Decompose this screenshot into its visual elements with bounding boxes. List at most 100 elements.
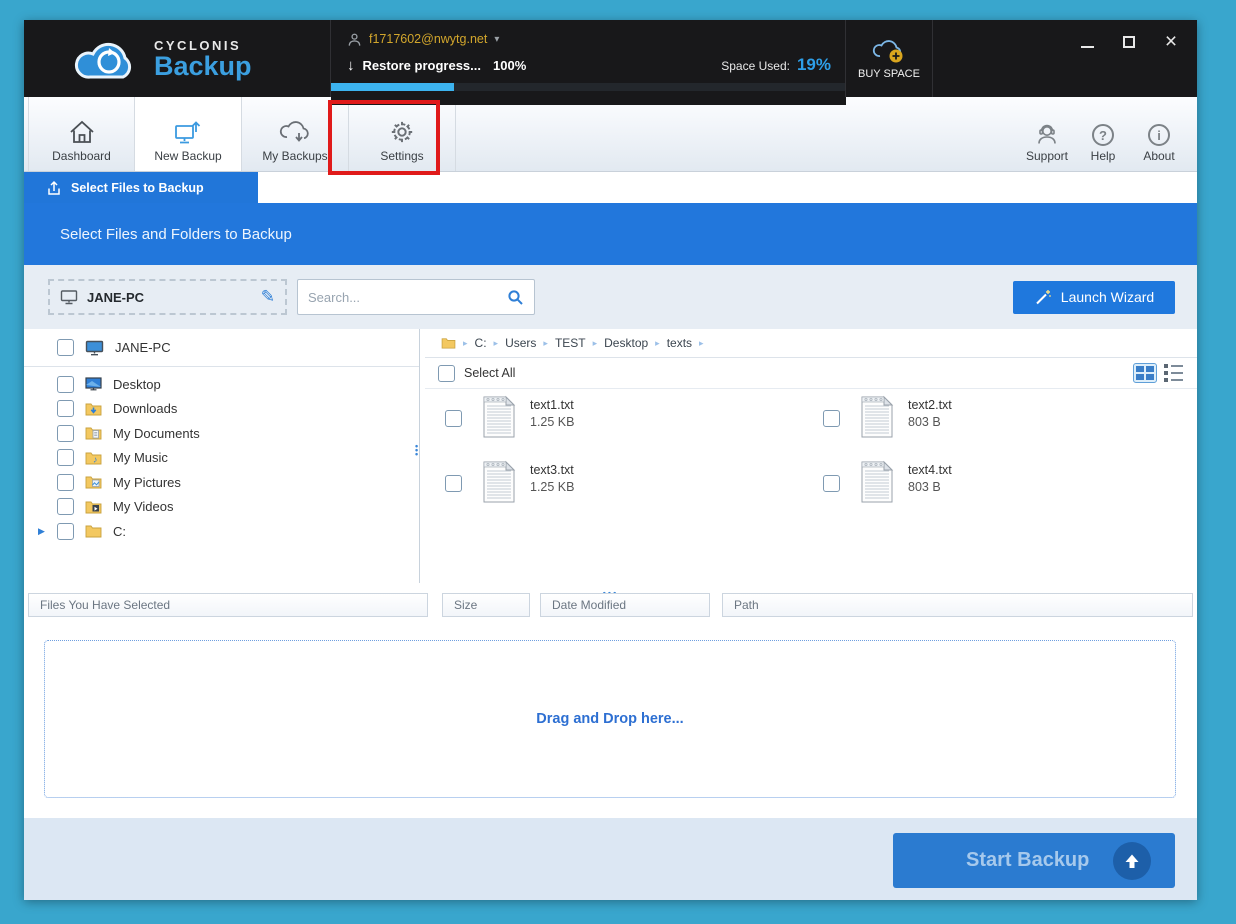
- select-all-checkbox[interactable]: [438, 365, 455, 382]
- header-extension: [331, 97, 846, 105]
- launch-wizard-button[interactable]: Launch Wizard: [1013, 281, 1175, 314]
- toolbar-item-about[interactable]: i About: [1131, 97, 1187, 171]
- file-item[interactable]: text3.txt 1.25 KB: [425, 457, 803, 522]
- column-header-size[interactable]: Size: [442, 593, 530, 617]
- svg-text:♪: ♪: [93, 454, 98, 464]
- breadcrumb-arrow-icon: ▸: [655, 338, 660, 349]
- tree-item-downloads[interactable]: Downloads: [24, 397, 419, 422]
- tab-label: Select Files to Backup: [71, 181, 204, 195]
- computer-icon: [60, 289, 78, 305]
- list-view-toggle[interactable]: [1164, 364, 1183, 382]
- tree-item-my-pictures[interactable]: My Pictures: [24, 470, 419, 495]
- tree-item-checkbox[interactable]: [57, 376, 74, 393]
- main-toolbar: Dashboard New Backup My Backups Settings: [24, 97, 1197, 172]
- tree-root-checkbox[interactable]: [57, 339, 74, 356]
- tree-item-desktop[interactable]: Desktop: [24, 372, 419, 397]
- music-folder-icon: ♪: [85, 451, 102, 465]
- column-header-files[interactable]: Files You Have Selected: [28, 593, 428, 617]
- app-header: CYCLONIS Backup f1717602@nwytg.net ▾ ↓ R…: [24, 20, 1197, 97]
- toolbar-item-label: Settings: [380, 149, 423, 163]
- help-question-icon: ?: [1092, 124, 1114, 146]
- tree-item-label: Desktop: [113, 377, 161, 392]
- tab-select-files-to-backup[interactable]: Select Files to Backup: [24, 172, 258, 203]
- file-size: 1.25 KB: [530, 480, 574, 494]
- breadcrumb-segment[interactable]: C:: [475, 336, 487, 350]
- tree-item-checkbox[interactable]: [57, 425, 74, 442]
- page-title: Select Files and Folders to Backup: [60, 226, 292, 243]
- cloud-plus-icon: [872, 38, 906, 64]
- vertical-splitter-handle[interactable]: •••: [415, 444, 418, 456]
- grid-view-toggle[interactable]: [1133, 363, 1157, 383]
- search-icon[interactable]: [507, 289, 524, 306]
- file-checkbox[interactable]: [823, 410, 840, 427]
- home-icon: [68, 119, 96, 145]
- tree-item-label: My Music: [113, 450, 168, 465]
- maximize-button[interactable]: [1121, 34, 1137, 50]
- tree-item-checkbox[interactable]: [57, 400, 74, 417]
- space-used-value: 19%: [797, 55, 831, 75]
- file-item[interactable]: text1.txt 1.25 KB: [425, 392, 803, 457]
- tree-item-my-music[interactable]: ♪ My Music: [24, 446, 419, 471]
- tree-item-label: My Documents: [113, 426, 200, 441]
- close-button[interactable]: ×: [1163, 34, 1179, 50]
- tree-item-checkbox[interactable]: [57, 523, 74, 540]
- breadcrumb-arrow-icon: ▸: [593, 338, 598, 349]
- toolbar-item-label: Support: [1026, 149, 1068, 163]
- start-backup-button[interactable]: Start Backup: [893, 833, 1175, 888]
- upload-arrow-icon: [1113, 842, 1151, 880]
- minimize-button[interactable]: [1079, 34, 1095, 50]
- device-name: JANE-PC: [87, 290, 144, 305]
- edit-pencil-icon[interactable]: ✎: [261, 287, 275, 307]
- file-checkbox[interactable]: [445, 475, 462, 492]
- desktop-icon: [85, 377, 102, 391]
- breadcrumb-segment[interactable]: TEST: [555, 336, 586, 350]
- toolbar-item-help[interactable]: ? Help: [1075, 97, 1131, 171]
- selected-files-table-header: Files You Have Selected Size Date Modifi…: [24, 593, 1197, 619]
- restore-arrow-icon: ↓: [347, 57, 355, 74]
- file-checkbox[interactable]: [823, 475, 840, 492]
- tree-item-checkbox[interactable]: [57, 498, 74, 515]
- account-email[interactable]: f1717602@nwytg.net: [369, 32, 487, 46]
- toolbar-item-dashboard[interactable]: Dashboard: [28, 97, 135, 171]
- breadcrumb-arrow-icon: ▸: [543, 338, 548, 349]
- breadcrumb-segment[interactable]: texts: [667, 336, 692, 350]
- computer-icon: [85, 340, 104, 356]
- tree-item-my-videos[interactable]: My Videos: [24, 495, 419, 520]
- file-name: text3.txt: [530, 463, 574, 477]
- tree-item-label: My Pictures: [113, 475, 181, 490]
- folder-tree-panel: JANE-PC Desktop Downloads: [24, 329, 420, 583]
- buy-space-button[interactable]: BUY SPACE: [845, 20, 933, 97]
- documents-folder-icon: [85, 426, 102, 440]
- breadcrumb-segment[interactable]: Users: [505, 336, 536, 350]
- breadcrumb-arrow-icon: ▸: [699, 338, 704, 349]
- section-tab-row: Select Files to Backup: [24, 172, 1197, 203]
- file-item[interactable]: text2.txt 803 B: [803, 392, 1181, 457]
- toolbar-item-my-backups[interactable]: My Backups: [242, 97, 349, 171]
- tree-item-checkbox[interactable]: [57, 449, 74, 466]
- file-checkbox[interactable]: [445, 410, 462, 427]
- chevron-down-icon[interactable]: ▾: [494, 34, 499, 45]
- device-name-box[interactable]: JANE-PC ✎: [48, 279, 287, 315]
- column-header-path[interactable]: Path: [722, 593, 1193, 617]
- toolbar-item-label: New Backup: [154, 149, 221, 163]
- toolbar-item-settings[interactable]: Settings: [349, 97, 456, 171]
- drag-and-drop-zone[interactable]: Drag and Drop here...: [44, 640, 1176, 798]
- file-name: text2.txt: [908, 398, 952, 412]
- tree-item-root[interactable]: JANE-PC: [24, 329, 419, 367]
- main-content: JANE-PC Desktop Downloads: [24, 329, 1197, 583]
- column-header-date-modified[interactable]: Date Modified: [540, 593, 710, 617]
- toolbar-item-support[interactable]: Support: [1019, 97, 1075, 171]
- restore-progress-label: Restore progress...: [363, 58, 482, 73]
- gear-icon: [388, 119, 416, 145]
- search-input[interactable]: [308, 290, 507, 305]
- file-browser-panel: ▸ C: ▸ Users ▸ TEST ▸ Desktop ▸ texts ▸ …: [425, 329, 1197, 583]
- tree-item-my-documents[interactable]: My Documents: [24, 421, 419, 446]
- tree-item-checkbox[interactable]: [57, 474, 74, 491]
- tree-item-c-drive[interactable]: ▶ C:: [24, 519, 419, 544]
- expand-arrow-icon[interactable]: ▶: [38, 526, 45, 537]
- upload-tray-icon: [46, 180, 62, 196]
- breadcrumb: ▸ C: ▸ Users ▸ TEST ▸ Desktop ▸ texts ▸: [425, 329, 1197, 358]
- file-item[interactable]: text4.txt 803 B: [803, 457, 1181, 522]
- toolbar-item-new-backup[interactable]: New Backup: [135, 97, 242, 171]
- breadcrumb-segment[interactable]: Desktop: [604, 336, 648, 350]
